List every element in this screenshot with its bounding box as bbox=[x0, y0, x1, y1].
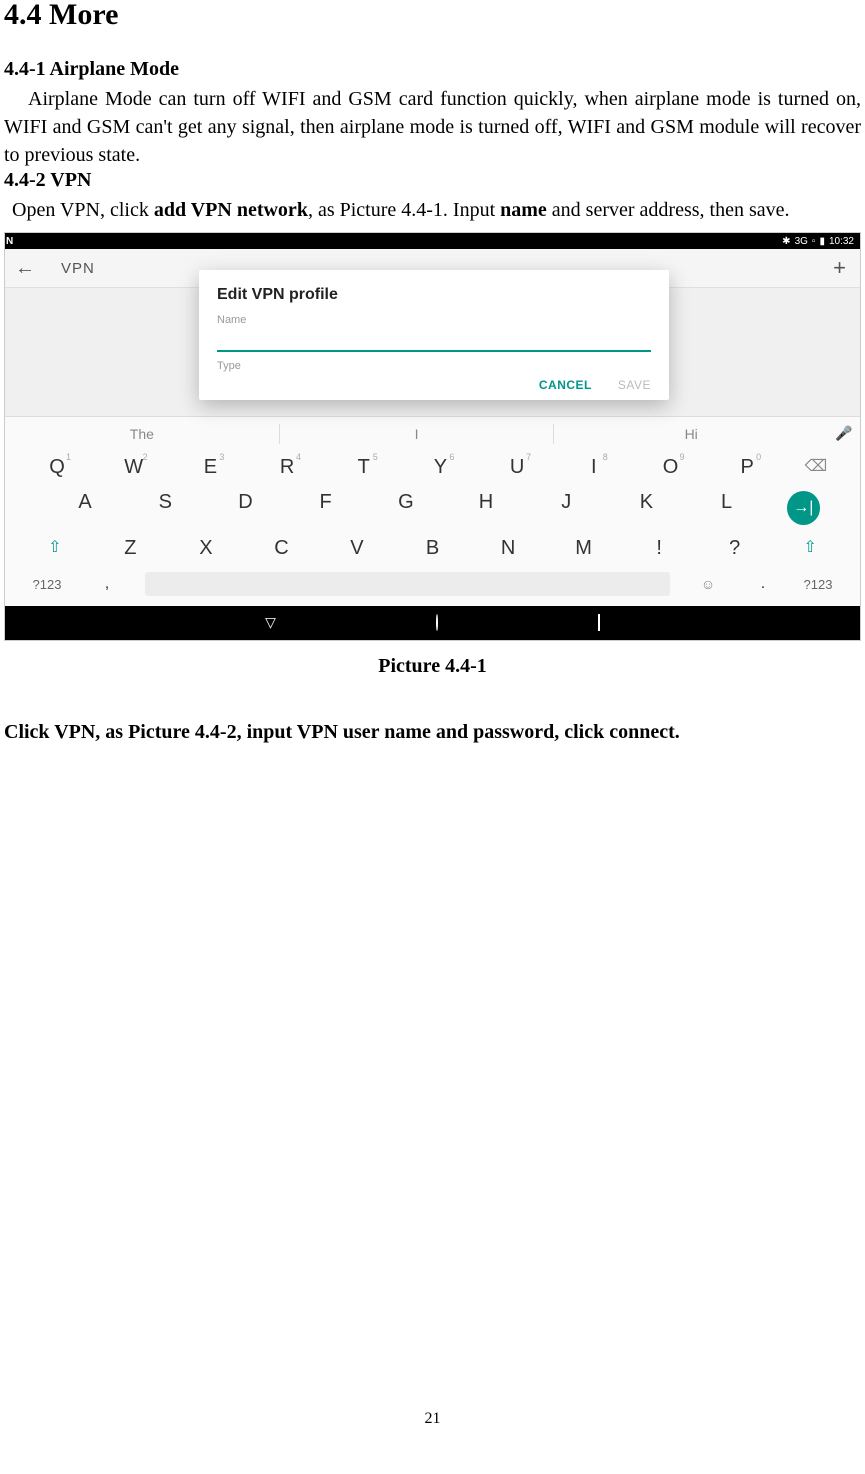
key-g[interactable]: G bbox=[366, 491, 446, 525]
mic-icon[interactable]: 🎤 bbox=[828, 425, 860, 442]
page-number: 21 bbox=[0, 1410, 865, 1428]
subsection-vpn-title: 4.4-2 VPN bbox=[4, 169, 861, 192]
status-bar: N ✱ 3G ▫ ▮ 10:32 bbox=[5, 233, 860, 249]
key-v[interactable]: V bbox=[319, 537, 395, 560]
android-nav-bar: ▽ bbox=[5, 606, 860, 640]
key-o[interactable]: O9 bbox=[633, 456, 709, 479]
bluetooth-icon: ✱ bbox=[782, 236, 790, 247]
edit-vpn-dialog: Edit VPN profile Name Type CANCEL SAVE bbox=[199, 270, 669, 400]
vpn-connect-line: Click VPN, as Picture 4.4-2, input VPN u… bbox=[4, 718, 861, 746]
key-r[interactable]: R4 bbox=[249, 456, 325, 479]
type-label: Type bbox=[217, 360, 651, 372]
name-label: Name bbox=[217, 314, 651, 326]
suggestion-3[interactable]: Hi bbox=[554, 426, 828, 442]
comma-key[interactable]: , bbox=[77, 575, 137, 593]
shift-key-left[interactable]: ⇧ bbox=[17, 537, 93, 560]
section-title: 4.4 More bbox=[4, 0, 861, 32]
period-key[interactable]: . bbox=[738, 575, 788, 593]
suggestion-1[interactable]: The bbox=[5, 426, 279, 442]
keyboard: Q1 W2 E3 R4 T5 Y6 U7 I8 O9 P0 ⌫ A S D F … bbox=[5, 450, 860, 606]
cancel-button[interactable]: CANCEL bbox=[539, 378, 592, 392]
key-h[interactable]: H bbox=[446, 491, 526, 525]
back-icon[interactable]: ← bbox=[15, 257, 35, 280]
key-w[interactable]: W2 bbox=[96, 456, 172, 479]
key-c[interactable]: C bbox=[244, 537, 320, 560]
key-l[interactable]: L bbox=[687, 491, 767, 525]
content-area: Edit VPN profile Name Type CANCEL SAVE bbox=[5, 288, 860, 416]
vpn-body-mid: , as Picture 4.4-1. Input bbox=[308, 199, 500, 221]
key-k[interactable]: K bbox=[606, 491, 686, 525]
spacebar[interactable] bbox=[145, 572, 670, 596]
key-d[interactable]: D bbox=[205, 491, 285, 525]
suggestion-2[interactable]: I bbox=[280, 426, 554, 442]
suggestion-bar: The I Hi 🎤 bbox=[5, 416, 860, 450]
picture-caption-1: Picture 4.4-1 bbox=[4, 655, 861, 678]
key-e[interactable]: E3 bbox=[172, 456, 248, 479]
key-q[interactable]: Q1 bbox=[19, 456, 95, 479]
key-b[interactable]: B bbox=[395, 537, 471, 560]
nav-home-icon[interactable] bbox=[436, 615, 438, 631]
clock: 10:32 bbox=[829, 236, 854, 247]
nav-back-icon[interactable]: ▽ bbox=[265, 615, 276, 632]
vpn-bold-name: name bbox=[500, 199, 547, 221]
key-y[interactable]: Y6 bbox=[402, 456, 478, 479]
kb-row-1: Q1 W2 E3 R4 T5 Y6 U7 I8 O9 P0 ⌫ bbox=[5, 456, 860, 479]
kb-row-3: ⇧ Z X C V B N M ! ? ⇧ bbox=[5, 537, 860, 560]
key-n[interactable]: N bbox=[470, 537, 546, 560]
key-x[interactable]: X bbox=[168, 537, 244, 560]
vpn-body-pre: Open VPN, click bbox=[12, 199, 154, 221]
key-exclaim[interactable]: ! bbox=[621, 537, 697, 560]
name-input[interactable] bbox=[217, 328, 651, 352]
emoji-key[interactable]: ☺ bbox=[678, 576, 738, 592]
save-button[interactable]: SAVE bbox=[618, 378, 651, 392]
network-3g-icon: 3G bbox=[795, 236, 808, 247]
symbols-key-right[interactable]: ?123 bbox=[788, 577, 848, 592]
vpn-body-post: and server address, then save. bbox=[547, 199, 790, 221]
key-s[interactable]: S bbox=[125, 491, 205, 525]
key-u[interactable]: U7 bbox=[479, 456, 555, 479]
key-p[interactable]: P0 bbox=[709, 456, 785, 479]
airplane-body: Airplane Mode can turn off WIFI and GSM … bbox=[4, 85, 861, 169]
key-z[interactable]: Z bbox=[93, 537, 169, 560]
key-question[interactable]: ? bbox=[697, 537, 773, 560]
nav-recent-icon[interactable] bbox=[598, 615, 600, 631]
key-i[interactable]: I8 bbox=[556, 456, 632, 479]
key-m[interactable]: M bbox=[546, 537, 622, 560]
key-f[interactable]: F bbox=[286, 491, 366, 525]
kb-row-2: A S D F G H J K L →| bbox=[5, 491, 860, 525]
shift-key-right[interactable]: ⇧ bbox=[772, 537, 848, 560]
go-key[interactable]: →| bbox=[787, 491, 820, 525]
battery-icon: ▮ bbox=[819, 236, 825, 247]
key-j[interactable]: J bbox=[526, 491, 606, 525]
vpn-bold-add: add VPN network bbox=[154, 199, 308, 221]
backspace-key[interactable]: ⌫ bbox=[786, 456, 846, 479]
key-t[interactable]: T5 bbox=[326, 456, 402, 479]
key-a[interactable]: A bbox=[45, 491, 125, 525]
add-vpn-button[interactable]: + bbox=[833, 255, 846, 281]
signal-icon: ▫ bbox=[812, 236, 816, 247]
symbols-key-left[interactable]: ?123 bbox=[17, 577, 77, 592]
kb-row-4: ?123 , ☺ . ?123 bbox=[5, 572, 860, 606]
vpn-body: Open VPN, click add VPN network, as Pict… bbox=[4, 196, 861, 224]
subsection-airplane-title: 4.4-1 Airplane Mode bbox=[4, 58, 861, 81]
app-title: VPN bbox=[61, 260, 95, 277]
screenshot-container: N ✱ 3G ▫ ▮ 10:32 ← VPN + Edit VPN profil… bbox=[4, 232, 861, 641]
dialog-title: Edit VPN profile bbox=[217, 286, 651, 304]
n-icon: N bbox=[6, 236, 13, 247]
